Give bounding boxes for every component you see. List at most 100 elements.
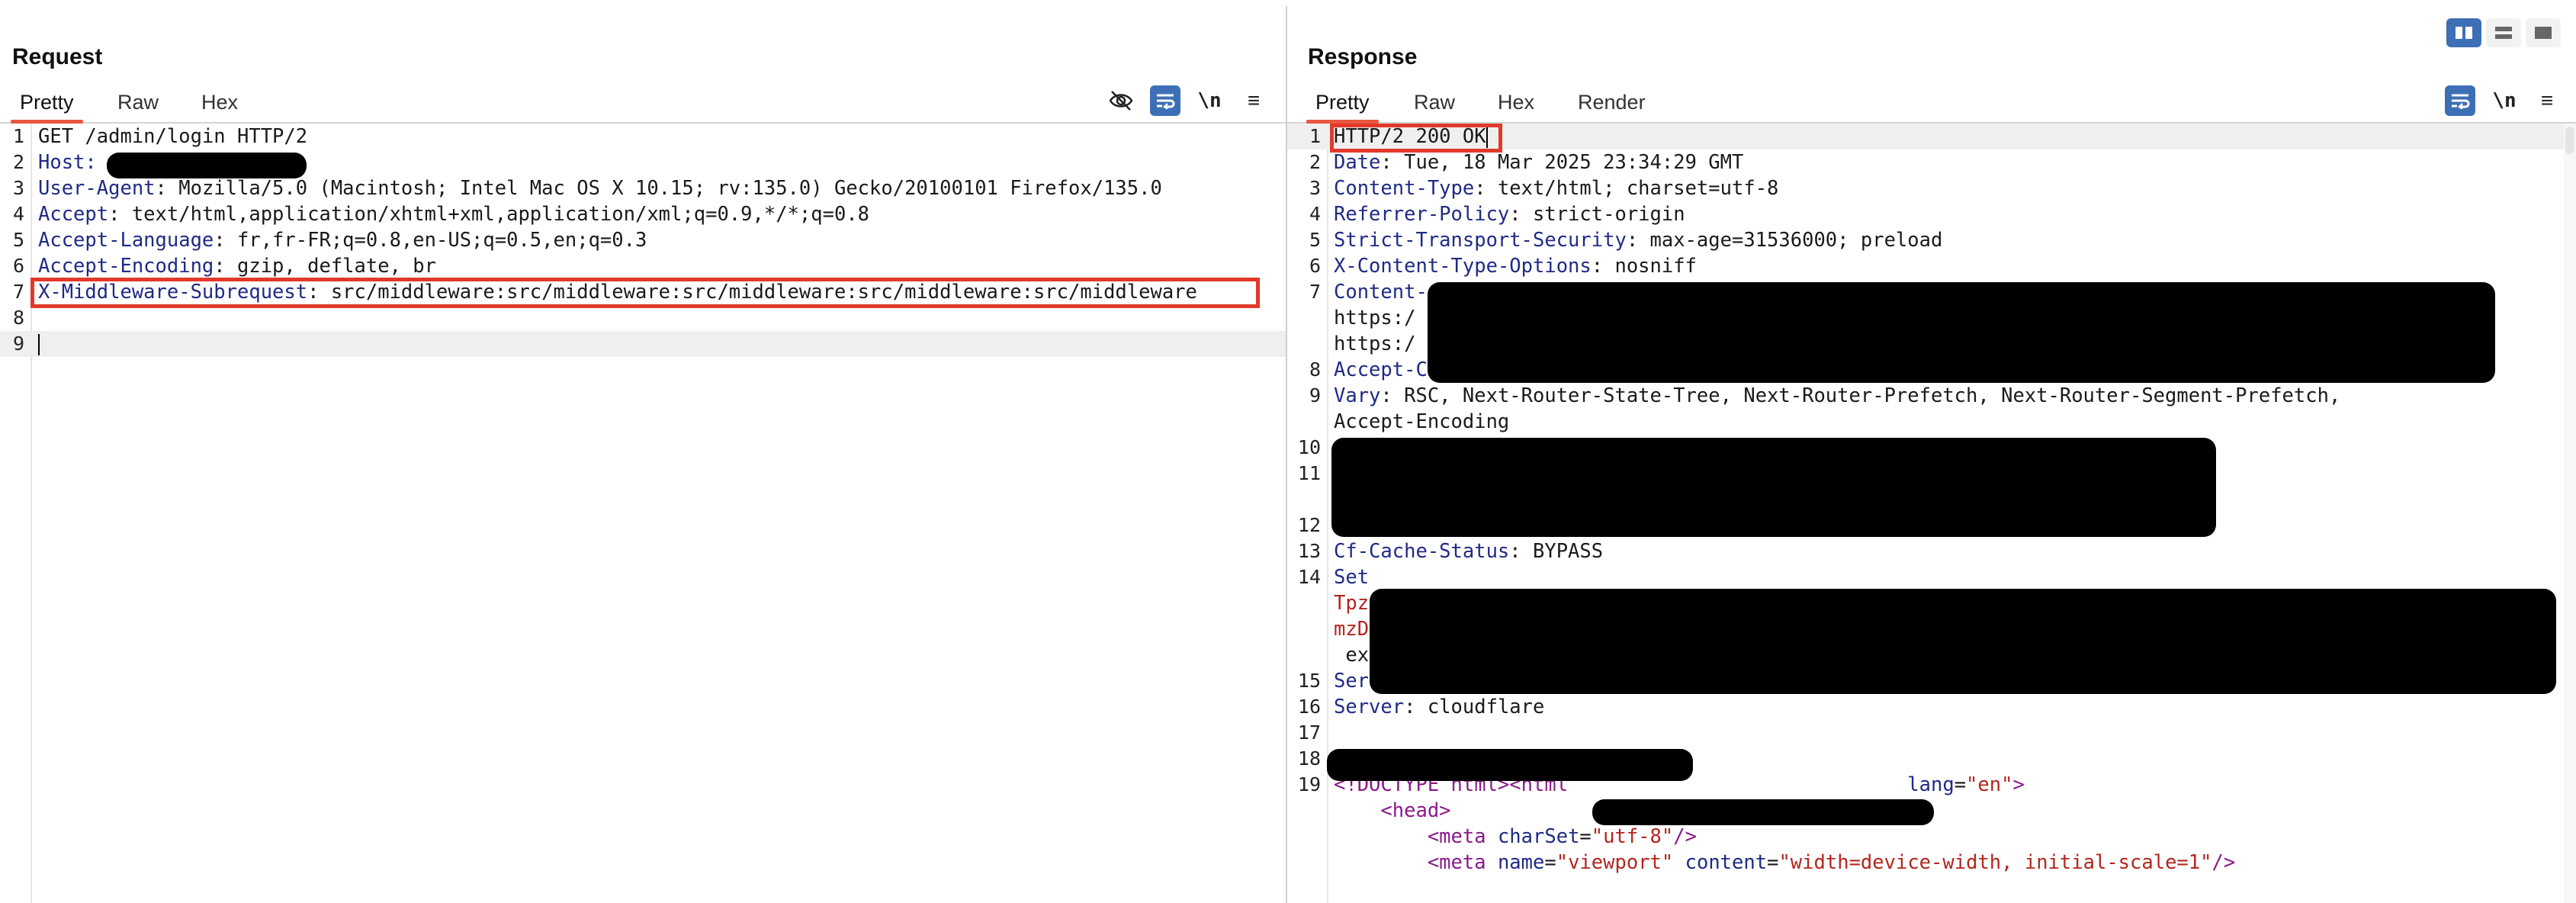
code-line[interactable]: 4 Referrer-Policy: strict-origin: [1287, 201, 2576, 227]
line-content: Cf-Cache-Status: BYPASS: [1334, 538, 1603, 564]
line-number: 2: [1309, 151, 1321, 173]
redacted-line-17: [1327, 749, 1693, 781]
redacted-host: [107, 153, 307, 178]
code-token: : strict-origin: [1509, 203, 1685, 226]
line-number: 3: [12, 177, 24, 199]
code-line[interactable]: 9: [0, 331, 1286, 357]
layout-stacked-icon[interactable]: [2486, 18, 2521, 47]
line-number: 15: [1297, 670, 1321, 692]
code-token: GET /admin/login HTTP/2: [38, 125, 308, 148]
line-content: Host:: [38, 149, 108, 175]
code-line[interactable]: 6 Accept-Encoding: gzip, deflate, br: [0, 253, 1286, 279]
line-number: 1: [12, 125, 24, 147]
code-line[interactable]: 17: [1287, 720, 2576, 746]
response-title: Response: [1308, 44, 1418, 69]
code-token: <head>: [1380, 799, 1451, 822]
line-number: 7: [1309, 281, 1321, 303]
tab-pretty[interactable]: Pretty: [11, 88, 82, 124]
code-line[interactable]: <meta name="viewport" content="width=dev…: [1287, 850, 2576, 876]
menu-icon[interactable]: ≡: [2532, 85, 2562, 116]
code-token: =: [1767, 851, 1779, 874]
code-token: : Tue, 18 Mar 2025 23:34:29 GMT: [1380, 151, 1744, 174]
code-line[interactable]: 8: [0, 305, 1286, 331]
code-token: Date: [1334, 151, 1381, 174]
line-number: 5: [12, 229, 24, 251]
code-line[interactable]: 4 Accept: text/html,application/xhtml+xml…: [0, 201, 1286, 227]
tab-raw[interactable]: Raw: [117, 88, 159, 121]
line-content: Content-: [1334, 279, 1428, 305]
code-line[interactable]: <meta charSet="utf-8"/>: [1287, 824, 2576, 850]
line-number: 13: [1297, 540, 1321, 562]
code-line[interactable]: 13 Cf-Cache-Status: BYPASS: [1287, 538, 2576, 564]
code-line[interactable]: 3 Content-Type: text/html; charset=utf-8: [1287, 175, 2576, 201]
line-content: Accept-Encoding: gzip, deflate, br: [38, 253, 436, 279]
highlight-status-line: [1330, 124, 1502, 153]
code-token: "width=device-width, initial-scale=1": [1778, 851, 2212, 874]
line-number: 4: [12, 203, 24, 225]
code-line[interactable]: 6 X-Content-Type-Options: nosniff: [1287, 253, 2576, 279]
code-line[interactable]: 9 Vary: RSC, Next-Router-State-Tree, Next…: [1287, 383, 2576, 409]
line-content: GET /admin/login HTTP/2: [38, 124, 307, 149]
code-line[interactable]: Accept-Encoding: [1287, 409, 2576, 435]
code-token: https:/: [1334, 333, 1416, 355]
code-token: Host:: [38, 151, 109, 174]
code-token: Accept: [38, 203, 109, 226]
word-wrap-icon[interactable]: [2445, 85, 2475, 116]
line-content: Content-Type: text/html; charset=utf-8: [1334, 175, 1778, 201]
menu-icon[interactable]: ≡: [1238, 85, 1269, 116]
code-token: : fr,fr-FR;q=0.8,en-US;q=0.5,en;q=0.3: [214, 229, 647, 252]
redacted-html-attrs: [1592, 799, 1934, 825]
tab-hex[interactable]: Hex: [201, 88, 238, 121]
line-number: 8: [12, 307, 24, 329]
word-wrap-icon[interactable]: [1150, 85, 1180, 116]
tab-render[interactable]: Render: [1578, 88, 1646, 121]
line-content: https:/: [1334, 331, 1415, 357]
code-line[interactable]: 5 Accept-Language: fr,fr-FR;q=0.8,en-US;q…: [0, 227, 1286, 253]
line-content: Server: cloudflare: [1334, 694, 1544, 720]
hide-eye-icon[interactable]: [1106, 85, 1136, 116]
tab-pretty[interactable]: Pretty: [1306, 88, 1378, 124]
code-token: =: [1579, 825, 1592, 848]
code-line[interactable]: 1 GET /admin/login HTTP/2: [0, 124, 1286, 149]
layout-side-by-side-icon[interactable]: [2446, 18, 2481, 47]
line-number: 1: [1309, 125, 1321, 147]
line-content: Strict-Transport-Security: max-age=31536…: [1334, 227, 1942, 253]
line-content: X-Content-Type-Options: nosniff: [1334, 253, 1697, 279]
code-token: ex: [1334, 644, 1370, 667]
code-token: Accept-Language: [38, 229, 214, 252]
line-content: https:/: [1334, 305, 1415, 331]
code-token: charSet: [1497, 825, 1580, 848]
line-number: 2: [12, 151, 24, 173]
code-line[interactable]: 3 User-Agent: Mozilla/5.0 (Macintosh; Int…: [0, 175, 1286, 201]
line-content: Vary: RSC, Next-Router-State-Tree, Next-…: [1334, 383, 2340, 409]
tab-raw[interactable]: Raw: [1414, 88, 1455, 121]
code-line[interactable]: 2 Date: Tue, 18 Mar 2025 23:34:29 GMT: [1287, 149, 2576, 175]
newline-toggle-icon[interactable]: \n: [2489, 85, 2520, 116]
line-number: 3: [1309, 177, 1321, 199]
line-number: 16: [1297, 696, 1321, 718]
response-editor[interactable]: 1 HTTP/2 200 OK 2 Date: Tue, 18 Mar 2025 23…: [1287, 124, 2576, 903]
layout-single-icon[interactable]: [2526, 18, 2561, 47]
code-token: "utf-8": [1591, 825, 1674, 848]
code-token: : text/html,application/xhtml+xml,applic…: [108, 203, 870, 226]
request-title: Request: [12, 44, 103, 69]
code-token: Content-Type: [1334, 177, 1475, 200]
code-token: name: [1497, 851, 1545, 874]
line-number: 8: [1309, 358, 1321, 381]
line-number: 6: [1309, 255, 1321, 277]
line-content: Accept-C: [1334, 357, 1428, 383]
line-number: 4: [1309, 203, 1321, 225]
request-editor[interactable]: 1 GET /admin/login HTTP/2 2 Host: 3 User-Age…: [0, 124, 1286, 903]
vertical-scrollbar[interactable]: [2564, 124, 2576, 903]
scrollbar-thumb[interactable]: [2565, 127, 2574, 154]
line-content: Date: Tue, 18 Mar 2025 23:34:29 GMT: [1334, 149, 1743, 175]
newline-toggle-icon[interactable]: \n: [1194, 85, 1225, 116]
code-line[interactable]: 14 Set: [1287, 564, 2576, 590]
code-line[interactable]: 16 Server: cloudflare: [1287, 694, 2576, 720]
tab-hex[interactable]: Hex: [1498, 88, 1534, 121]
code-line[interactable]: 5 Strict-Transport-Security: max-age=3153…: [1287, 227, 2576, 253]
code-token: <meta: [1427, 851, 1498, 874]
code-token: Accept-C: [1334, 358, 1428, 381]
